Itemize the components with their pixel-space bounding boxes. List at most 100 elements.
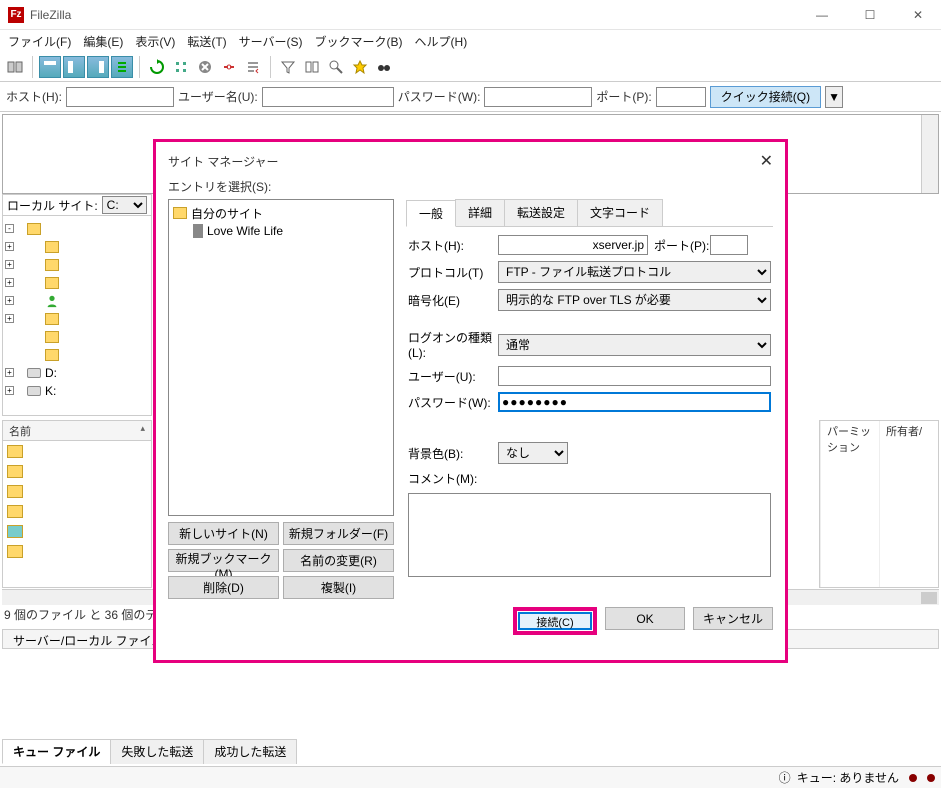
search-icon[interactable] xyxy=(349,56,371,78)
toolbar xyxy=(0,52,941,82)
ok-button[interactable]: OK xyxy=(605,607,685,630)
local-site-bar: ローカル サイト: C: xyxy=(2,194,152,216)
maximize-button[interactable]: ☐ xyxy=(855,8,885,22)
sm-logon-select[interactable]: 通常 xyxy=(498,334,771,356)
sync-browse-icon[interactable] xyxy=(325,56,347,78)
user-label: ユーザー名(U): xyxy=(178,88,258,105)
site-manager-dialog: サイト マネージャー ✕ エントリを選択(S): 自分のサイト Love Wif… xyxy=(153,139,788,663)
tab-queue-files[interactable]: キュー ファイル xyxy=(2,739,111,764)
sm-encryption-label: 暗号化(E) xyxy=(408,292,498,309)
sm-pass-label: パスワード(W): xyxy=(408,394,498,411)
sm-pass-input[interactable] xyxy=(498,392,771,412)
help-icon[interactable]: ⓘ xyxy=(779,769,791,786)
queue-status: キュー: ありません xyxy=(797,769,899,786)
binoculars-icon[interactable] xyxy=(373,56,395,78)
drive-k[interactable]: K: xyxy=(45,384,56,398)
menu-file[interactable]: ファイル(F) xyxy=(2,30,77,53)
activity-led-2 xyxy=(927,774,935,782)
menu-view[interactable]: 表示(V) xyxy=(129,30,181,53)
site-tree[interactable]: 自分のサイト Love Wife Life xyxy=(168,199,394,516)
disconnect-icon[interactable] xyxy=(218,56,240,78)
quickconnect-button[interactable]: クイック接続(Q) xyxy=(710,86,821,108)
sm-comment-label: コメント(M): xyxy=(408,470,498,487)
dialog-title: サイト マネージャー xyxy=(168,153,279,170)
compare-icon[interactable] xyxy=(301,56,323,78)
pass-label: パスワード(W): xyxy=(398,88,481,105)
cancel-button[interactable]: キャンセル xyxy=(693,607,773,630)
port-input[interactable] xyxy=(656,87,706,107)
toggle-log-icon[interactable] xyxy=(39,56,61,78)
host-label: ホスト(H): xyxy=(6,88,62,105)
name-column-header[interactable]: 名前 xyxy=(3,421,151,441)
username-input[interactable] xyxy=(262,87,394,107)
tab-charset[interactable]: 文字コード xyxy=(577,199,663,226)
permission-column[interactable]: パーミッション xyxy=(820,421,879,587)
toggle-remote-tree-icon[interactable] xyxy=(87,56,109,78)
tab-advanced[interactable]: 詳細 xyxy=(455,199,505,226)
sm-logon-label: ログオンの種類(L): xyxy=(408,329,498,360)
menu-transfer[interactable]: 転送(T) xyxy=(181,30,232,53)
tab-failed[interactable]: 失敗した転送 xyxy=(110,739,204,764)
host-input[interactable] xyxy=(66,87,174,107)
password-input[interactable] xyxy=(484,87,592,107)
menubar: ファイル(F) 編集(E) 表示(V) 転送(T) サーバー(S) ブックマーク… xyxy=(0,30,941,52)
connect-button[interactable]: 接続(C) xyxy=(518,612,592,630)
duplicate-button[interactable]: 複製(I) xyxy=(283,576,394,599)
remote-columns: パーミッション 所有者/ xyxy=(819,420,939,588)
sm-host-input[interactable] xyxy=(498,235,648,255)
sm-bgcolor-select[interactable]: なし xyxy=(498,442,568,464)
sm-protocol-label: プロトコル(T) xyxy=(408,264,498,281)
port-label: ポート(P): xyxy=(596,88,651,105)
sm-port-label: ポート(P): xyxy=(654,237,710,254)
filter-icon[interactable] xyxy=(277,56,299,78)
drive-d[interactable]: D: xyxy=(45,366,57,380)
sm-host-label: ホスト(H): xyxy=(408,237,498,254)
cancel-icon[interactable] xyxy=(194,56,216,78)
sm-encryption-select[interactable]: 明示的な FTP over TLS が必要 xyxy=(498,289,771,311)
toggle-queue-icon[interactable] xyxy=(111,56,133,78)
entry-select-label: エントリを選択(S): xyxy=(168,178,773,195)
site-manager-icon[interactable] xyxy=(4,56,26,78)
quickconnect-dropdown[interactable]: ▼ xyxy=(825,86,843,108)
reconnect-icon[interactable] xyxy=(242,56,264,78)
delete-button[interactable]: 削除(D) xyxy=(168,576,279,599)
sm-protocol-select[interactable]: FTP - ファイル転送プロトコル xyxy=(498,261,771,283)
queue-col-server[interactable]: サーバー/ローカル ファイル xyxy=(3,630,175,648)
close-button[interactable]: ✕ xyxy=(903,8,933,22)
tab-transfer[interactable]: 転送設定 xyxy=(504,199,578,226)
owner-column[interactable]: 所有者/ xyxy=(879,421,938,587)
new-folder-button[interactable]: 新規フォルダー(F) xyxy=(283,522,394,545)
activity-led-1 xyxy=(909,774,917,782)
statusbar: ⓘ キュー: ありません xyxy=(0,766,941,788)
tab-general[interactable]: 一般 xyxy=(406,200,456,227)
sm-comment-input[interactable] xyxy=(408,493,771,577)
sm-port-input[interactable] xyxy=(710,235,748,255)
new-site-button[interactable]: 新しいサイト(N) xyxy=(168,522,279,545)
menu-edit[interactable]: 編集(E) xyxy=(77,30,129,53)
tab-success[interactable]: 成功した転送 xyxy=(203,739,297,764)
local-file-list[interactable]: 名前 xyxy=(2,420,152,588)
rename-button[interactable]: 名前の変更(R) xyxy=(283,549,394,572)
window-title: FileZilla xyxy=(30,8,71,22)
my-sites-folder[interactable]: 自分のサイト xyxy=(173,204,389,222)
menu-help[interactable]: ヘルプ(H) xyxy=(409,30,474,53)
sm-user-label: ユーザー(U): xyxy=(408,368,498,385)
site-entry[interactable]: Love Wife Life xyxy=(173,222,389,240)
minimize-button[interactable]: — xyxy=(807,8,837,22)
local-tree[interactable]: - + + + + + +D: +K: xyxy=(2,216,152,416)
settings-tabs: 一般 詳細 転送設定 文字コード xyxy=(406,199,773,227)
titlebar: Fz FileZilla — ☐ ✕ xyxy=(0,0,941,30)
sm-user-input[interactable] xyxy=(498,366,771,386)
local-site-label: ローカル サイト: xyxy=(7,197,98,214)
queue-tabs: キュー ファイル 失敗した転送 成功した転送 xyxy=(2,739,296,764)
process-queue-icon[interactable] xyxy=(170,56,192,78)
local-site-select[interactable]: C: xyxy=(102,196,147,214)
toggle-local-tree-icon[interactable] xyxy=(63,56,85,78)
sm-bgcolor-label: 背景色(B): xyxy=(408,445,498,462)
menu-server[interactable]: サーバー(S) xyxy=(233,30,309,53)
new-bookmark-button[interactable]: 新規ブックマーク(M) xyxy=(168,549,279,572)
menu-bookmarks[interactable]: ブックマーク(B) xyxy=(309,30,409,53)
refresh-icon[interactable] xyxy=(146,56,168,78)
quickconnect-bar: ホスト(H): ユーザー名(U): パスワード(W): ポート(P): クイック… xyxy=(0,82,941,112)
dialog-close-icon[interactable]: ✕ xyxy=(760,151,773,171)
